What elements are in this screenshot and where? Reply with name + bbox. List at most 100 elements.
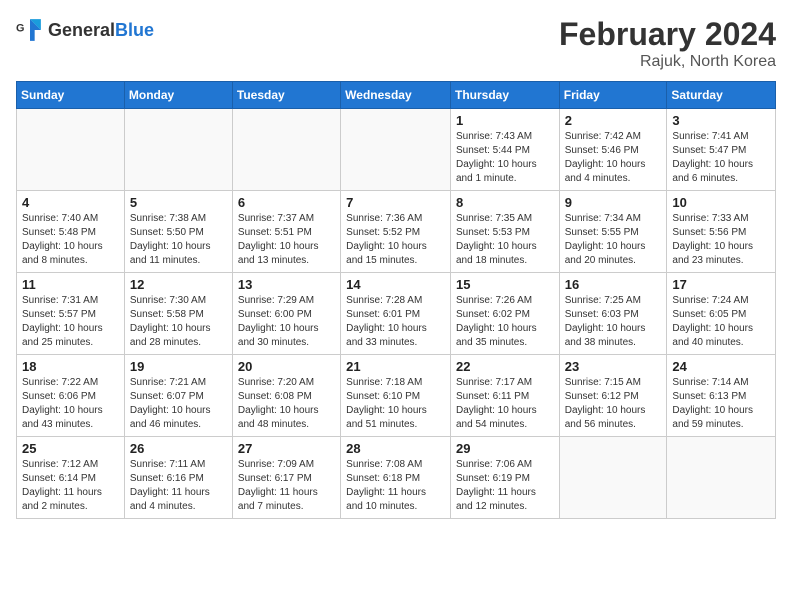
calendar-table: SundayMondayTuesdayWednesdayThursdayFrid… [16,81,776,519]
calendar-cell: 3 Sunrise: 7:41 AM Sunset: 5:47 PM Daylig… [667,109,776,191]
day-number: 26 [130,441,227,456]
calendar-cell: 7 Sunrise: 7:36 AM Sunset: 5:52 PM Daylig… [341,191,451,273]
calendar-cell: 26 Sunrise: 7:11 AM Sunset: 6:16 PM Dayli… [124,437,232,519]
day-info: Sunrise: 7:35 AM Sunset: 5:53 PM Dayligh… [456,212,554,268]
day-number: 25 [22,441,119,456]
calendar-cell [341,109,451,191]
day-number: 24 [672,359,770,374]
day-number: 16 [565,277,662,292]
day-info: Sunrise: 7:15 AM Sunset: 6:12 PM Dayligh… [565,376,662,432]
logo: G GeneralBlue [16,16,154,44]
calendar-cell: 19Sunrise: 7:21 AM Sunset: 6:07 PM Dayli… [124,355,232,437]
calendar-week-row: 1Sunrise: 7:43 AM Sunset: 5:44 PM Daylig… [17,109,776,191]
day-number: 14 [346,277,445,292]
day-info: Sunrise: 7:11 AM Sunset: 6:16 PM Dayligh… [130,458,227,514]
month-title: February 2024 [559,16,776,53]
day-info: Sunrise: 7:17 AM Sunset: 6:11 PM Dayligh… [456,376,554,432]
day-info: Sunrise: 7:28 AM Sunset: 6:01 PM Dayligh… [346,294,445,350]
day-number: 10 [672,195,770,210]
day-info: Sunrise: 7:06 AM Sunset: 6:19 PM Dayligh… [456,458,554,514]
day-number: 29 [456,441,554,456]
day-info: Sunrise: 7:24 AM Sunset: 6:05 PM Dayligh… [672,294,770,350]
day-info: Sunrise: 7:29 AM Sunset: 6:00 PM Dayligh… [238,294,335,350]
day-info: Sunrise: 7:25 AM Sunset: 6:03 PM Dayligh… [565,294,662,350]
logo-icon: G [16,16,44,44]
day-number: 18 [22,359,119,374]
calendar-cell [232,109,340,191]
calendar-cell: 16 Sunrise: 7:25 AM Sunset: 6:03 PM Dayli… [559,273,667,355]
day-number: 9 [565,195,662,210]
svg-text:G: G [16,23,24,35]
day-number: 5 [130,195,227,210]
day-number: 28 [346,441,445,456]
logo-blue: Blue [115,20,154,40]
calendar-cell: 17 Sunrise: 7:24 AM Sunset: 6:05 PM Dayli… [667,273,776,355]
calendar-cell: 10 Sunrise: 7:33 AM Sunset: 5:56 PM Dayli… [667,191,776,273]
day-info: Sunrise: 7:37 AM Sunset: 5:51 PM Dayligh… [238,212,335,268]
calendar-cell: 6 Sunrise: 7:37 AM Sunset: 5:51 PM Daylig… [232,191,340,273]
day-info: Sunrise: 7:21 AM Sunset: 6:07 PM Dayligh… [130,376,227,432]
calendar-header-row: SundayMondayTuesdayWednesdayThursdayFrid… [17,82,776,109]
calendar-cell: 27Sunrise: 7:09 AM Sunset: 6:17 PM Dayli… [232,437,340,519]
calendar-cell: 15Sunrise: 7:26 AM Sunset: 6:02 PM Dayli… [450,273,559,355]
calendar-cell [559,437,667,519]
day-number: 22 [456,359,554,374]
calendar-cell: 23 Sunrise: 7:15 AM Sunset: 6:12 PM Dayli… [559,355,667,437]
weekday-header: Wednesday [341,82,451,109]
day-number: 17 [672,277,770,292]
calendar-cell: 18Sunrise: 7:22 AM Sunset: 6:06 PM Dayli… [17,355,125,437]
page-header: G GeneralBlue February 2024 Rajuk, North… [16,16,776,71]
calendar-cell: 22 Sunrise: 7:17 AM Sunset: 6:11 PM Dayli… [450,355,559,437]
day-info: Sunrise: 7:41 AM Sunset: 5:47 PM Dayligh… [672,130,770,186]
day-info: Sunrise: 7:34 AM Sunset: 5:55 PM Dayligh… [565,212,662,268]
day-info: Sunrise: 7:38 AM Sunset: 5:50 PM Dayligh… [130,212,227,268]
day-info: Sunrise: 7:42 AM Sunset: 5:46 PM Dayligh… [565,130,662,186]
calendar-cell [667,437,776,519]
day-number: 8 [456,195,554,210]
calendar-week-row: 11Sunrise: 7:31 AM Sunset: 5:57 PM Dayli… [17,273,776,355]
calendar-cell: 9 Sunrise: 7:34 AM Sunset: 5:55 PM Daylig… [559,191,667,273]
calendar-week-row: 4Sunrise: 7:40 AM Sunset: 5:48 PM Daylig… [17,191,776,273]
day-number: 3 [672,113,770,128]
day-number: 6 [238,195,335,210]
calendar-week-row: 18Sunrise: 7:22 AM Sunset: 6:06 PM Dayli… [17,355,776,437]
day-number: 21 [346,359,445,374]
calendar-cell: 2Sunrise: 7:42 AM Sunset: 5:46 PM Daylig… [559,109,667,191]
day-info: Sunrise: 7:36 AM Sunset: 5:52 PM Dayligh… [346,212,445,268]
logo-general: General [48,20,115,40]
weekday-header: Thursday [450,82,559,109]
calendar-cell: 21 Sunrise: 7:18 AM Sunset: 6:10 PM Dayli… [341,355,451,437]
calendar-cell: 11Sunrise: 7:31 AM Sunset: 5:57 PM Dayli… [17,273,125,355]
day-info: Sunrise: 7:12 AM Sunset: 6:14 PM Dayligh… [22,458,119,514]
calendar-cell: 28 Sunrise: 7:08 AM Sunset: 6:18 PM Dayli… [341,437,451,519]
title-block: February 2024 Rajuk, North Korea [559,16,776,71]
calendar-cell: 25 Sunrise: 7:12 AM Sunset: 6:14 PM Dayli… [17,437,125,519]
day-info: Sunrise: 7:08 AM Sunset: 6:18 PM Dayligh… [346,458,445,514]
day-number: 12 [130,277,227,292]
location-title: Rajuk, North Korea [559,53,776,71]
calendar-cell: 8 Sunrise: 7:35 AM Sunset: 5:53 PM Daylig… [450,191,559,273]
day-info: Sunrise: 7:20 AM Sunset: 6:08 PM Dayligh… [238,376,335,432]
calendar-cell [17,109,125,191]
calendar-cell: 4Sunrise: 7:40 AM Sunset: 5:48 PM Daylig… [17,191,125,273]
day-number: 20 [238,359,335,374]
day-info: Sunrise: 7:30 AM Sunset: 5:58 PM Dayligh… [130,294,227,350]
calendar-cell: 5 Sunrise: 7:38 AM Sunset: 5:50 PM Daylig… [124,191,232,273]
day-info: Sunrise: 7:14 AM Sunset: 6:13 PM Dayligh… [672,376,770,432]
calendar-cell: 20 Sunrise: 7:20 AM Sunset: 6:08 PM Dayli… [232,355,340,437]
day-info: Sunrise: 7:33 AM Sunset: 5:56 PM Dayligh… [672,212,770,268]
day-info: Sunrise: 7:40 AM Sunset: 5:48 PM Dayligh… [22,212,119,268]
day-info: Sunrise: 7:18 AM Sunset: 6:10 PM Dayligh… [346,376,445,432]
calendar-cell: 29 Sunrise: 7:06 AM Sunset: 6:19 PM Dayli… [450,437,559,519]
weekday-header: Monday [124,82,232,109]
day-number: 23 [565,359,662,374]
day-number: 1 [456,113,554,128]
calendar-week-row: 25 Sunrise: 7:12 AM Sunset: 6:14 PM Dayli… [17,437,776,519]
weekday-header: Sunday [17,82,125,109]
day-info: Sunrise: 7:31 AM Sunset: 5:57 PM Dayligh… [22,294,119,350]
day-number: 15 [456,277,554,292]
day-info: Sunrise: 7:09 AM Sunset: 6:17 PM Dayligh… [238,458,335,514]
calendar-cell: 24 Sunrise: 7:14 AM Sunset: 6:13 PM Dayli… [667,355,776,437]
weekday-header: Tuesday [232,82,340,109]
day-number: 7 [346,195,445,210]
